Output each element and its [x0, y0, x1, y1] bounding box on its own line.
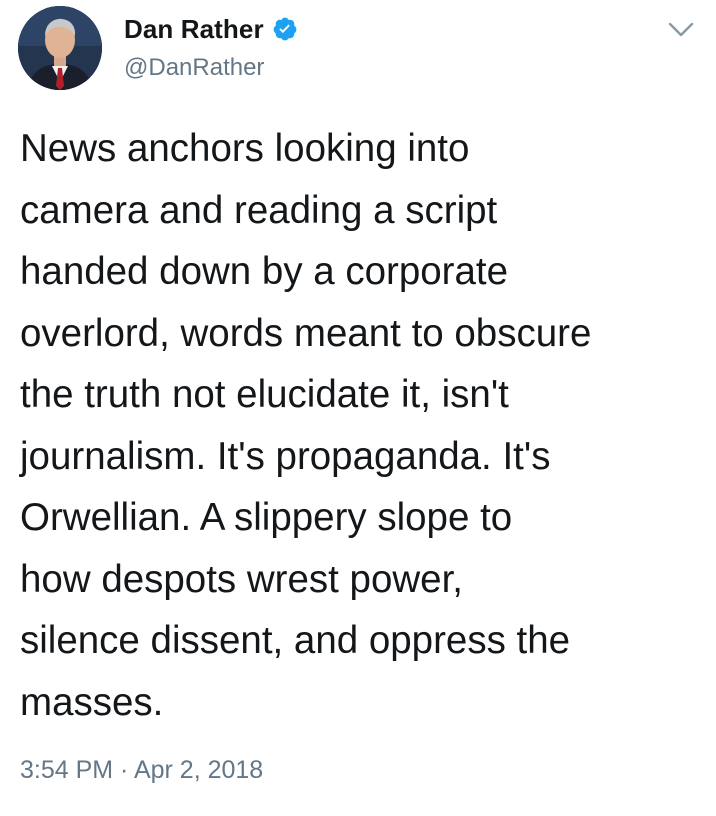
author-handle[interactable]: @DanRather	[124, 54, 298, 82]
tweet-text-line: Orwellian. A slippery slope to	[20, 496, 513, 539]
tweet-text: News anchors looking into camera and rea…	[20, 118, 700, 733]
display-name[interactable]: Dan Rather	[124, 14, 264, 45]
tweet-text-line: camera and reading a script	[20, 188, 498, 232]
tweet-text-line: News anchors looking into	[20, 127, 470, 170]
tweet-text-line: how despots wrest power,	[20, 557, 463, 601]
name-row: Dan Rather	[124, 12, 298, 46]
tweet-card: Dan Rather @DanRather News anchors looki…	[0, 0, 716, 816]
tweet-text-line: silence dissent, and oppress the	[20, 619, 571, 662]
avatar[interactable]	[18, 6, 102, 90]
tweet-text-line: the truth not elucidate it, isn't	[20, 373, 509, 416]
author-names: Dan Rather @DanRather	[124, 12, 298, 82]
chevron-down-icon[interactable]	[668, 22, 694, 38]
tweet-text-line: handed down by a corporate	[20, 250, 509, 293]
tweet-header: Dan Rather @DanRather	[18, 6, 698, 90]
avatar-photo	[18, 6, 102, 90]
tweet-text-line: masses.	[20, 680, 164, 724]
verified-badge-icon	[272, 16, 298, 42]
tweet-text-line: journalism. It's propaganda. It's	[20, 434, 551, 478]
tweet-timestamp[interactable]: 3:54 PM · Apr 2, 2018	[20, 756, 263, 785]
tweet-text-line: overlord, words meant to obscure	[20, 311, 592, 355]
